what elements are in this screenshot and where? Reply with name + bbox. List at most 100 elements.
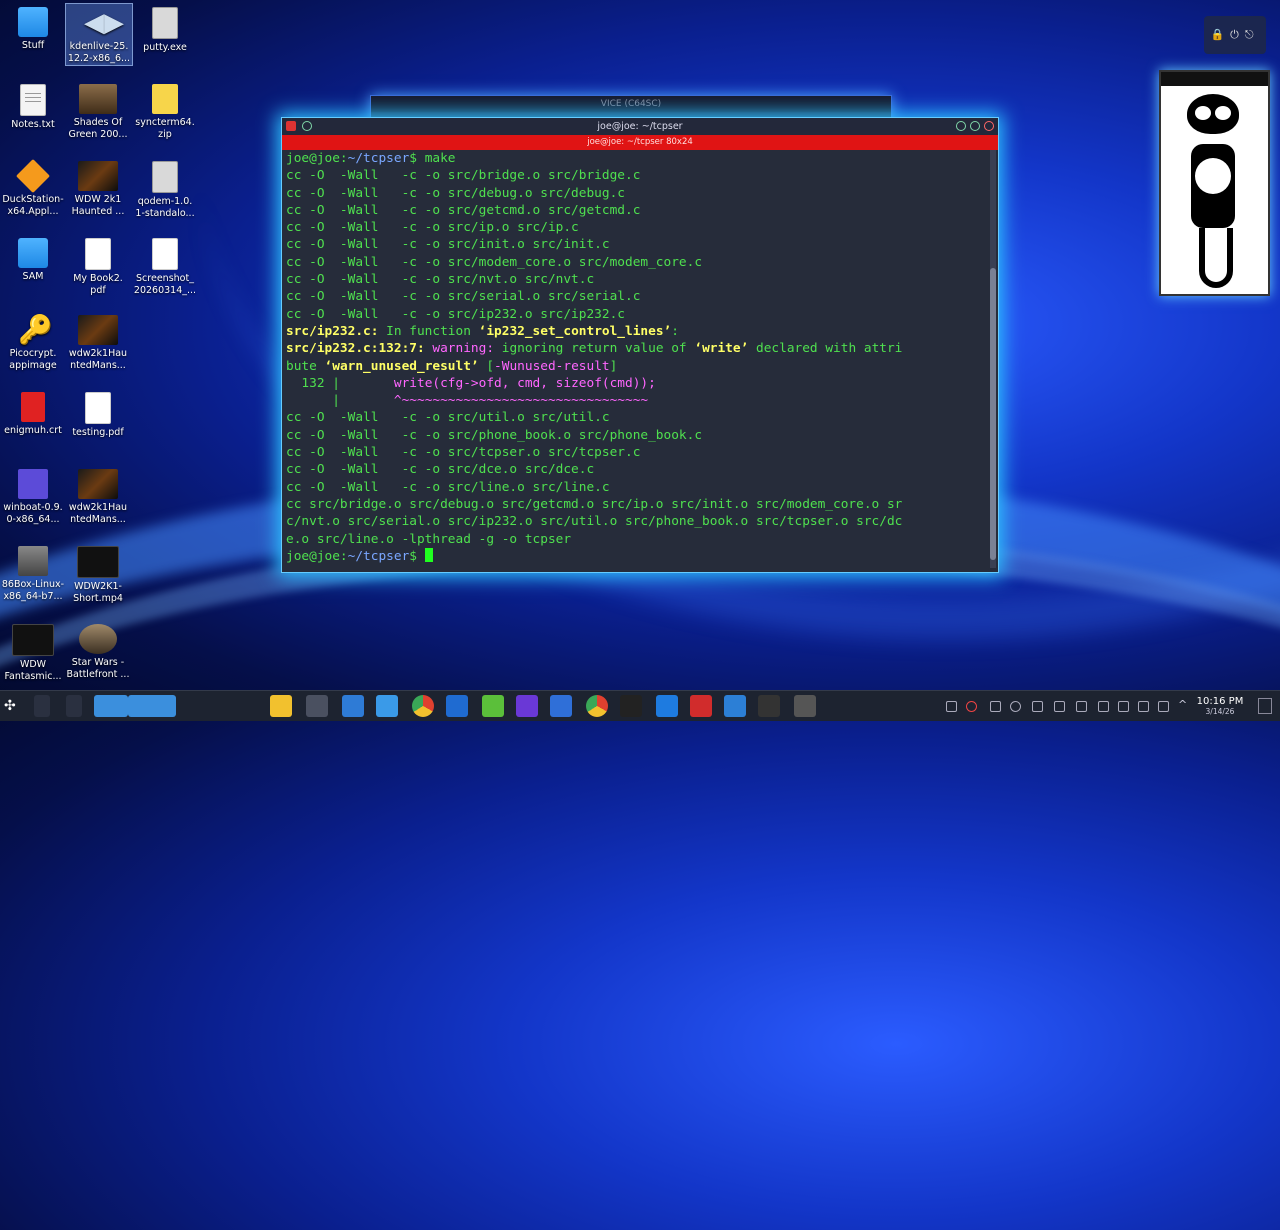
terminal-scrollbar[interactable]: [990, 150, 996, 568]
taskbar-app-desktop-switch-1[interactable]: [34, 695, 50, 717]
terminal-titlebar[interactable]: joe@joe: ~/tcpser: [282, 118, 998, 135]
desktop-icon-syncterm[interactable]: syncterm64. zip: [132, 80, 198, 141]
desktop-icon-my-book2[interactable]: My Book2. pdf: [65, 234, 131, 297]
tray-icon-10[interactable]: [1138, 701, 1149, 712]
logout-icon[interactable]: ⎋: [1245, 28, 1260, 41]
desktop-icon-enigmuh[interactable]: enigmuh.crt: [0, 388, 66, 437]
desktop-icon-wdw2k1-haunted-mans-2[interactable]: wdw2k1Hau ntedMans...: [65, 465, 131, 526]
terminal-window[interactable]: joe@joe: ~/tcpser joe@joe: ~/tcpser 80x2…: [281, 117, 999, 573]
terminal-text: cc -O -Wall -c -o src/line.o src/line.c: [286, 479, 610, 495]
desktop-icon-screenshot[interactable]: Screenshot_ 20260314_...: [132, 234, 198, 297]
desktop-icon-wdw-2k1-haunted[interactable]: WDW 2k1 Haunted ...: [65, 157, 131, 218]
terminal-text: cc -O -Wall -c -o src/tcpser.o src/tcpse…: [286, 445, 641, 461]
desktop-icon-label: testing.pdf: [72, 427, 124, 438]
terminal-line: cc -O -Wall -c -o src/nvt.o src/nvt.c: [286, 271, 986, 288]
taskbar-clock[interactable]: 10:16 PM 3/14/26: [1192, 696, 1248, 717]
taskbar-app-desktop-switch-2[interactable]: [66, 695, 82, 717]
cat-clock-widget[interactable]: [1159, 70, 1270, 296]
terminal-subtitle: joe@joe: ~/tcpser 80x24: [587, 137, 693, 147]
minimize-button[interactable]: [956, 121, 966, 131]
taskbar-app-tool-d[interactable]: [656, 695, 678, 717]
desktop-icon-label: qodem-1.0. 1-standalo...: [135, 196, 195, 219]
terminal-text: bute: [286, 358, 325, 374]
lock-icon[interactable]: 🔒: [1210, 28, 1230, 41]
taskbar-app-settings[interactable]: [306, 695, 328, 717]
window-menu-icon[interactable]: [286, 121, 296, 131]
clock-date: 3/14/26: [1205, 707, 1235, 716]
scrollbar-thumb[interactable]: [990, 268, 996, 560]
desktop-icon-qodem[interactable]: qodem-1.0. 1-standalo...: [132, 157, 198, 220]
taskbar-app-file-manager[interactable]: [342, 695, 364, 717]
terminal-text: cc -O -Wall -c -o src/modem_core.o src/m…: [286, 254, 703, 270]
pin-icon[interactable]: [302, 121, 312, 131]
desktop-icon-wdw-fantasmic[interactable]: WDW Fantasmic...: [0, 620, 66, 683]
tray-expand-icon[interactable]: ^: [1178, 698, 1187, 711]
volume-icon[interactable]: [1158, 701, 1169, 712]
taskbar-app-editor[interactable]: [482, 695, 504, 717]
desktop-icon-label: SAM: [22, 271, 44, 282]
clock-titlebar[interactable]: [1161, 72, 1268, 86]
taskbar-app-word-doc[interactable]: [446, 695, 468, 717]
desktop-icon-label: WDW2K1- Short.mp4: [73, 581, 123, 604]
maximize-button[interactable]: [970, 121, 980, 131]
terminal-text: ‘warn_unused_result’: [324, 358, 479, 374]
taskbar-app-chrome[interactable]: [412, 695, 434, 717]
tray-icon-4[interactable]: [1010, 701, 1021, 712]
desktop-icon-86box[interactable]: 86Box-Linux- x86_64-b7...: [0, 542, 66, 603]
desktop-icon-notes[interactable]: Notes.txt: [0, 80, 66, 131]
taskbar-app-bluetooth[interactable]: [724, 695, 746, 717]
tray-icon-3[interactable]: [990, 701, 1001, 712]
taskbar-app-network-tool[interactable]: [550, 695, 572, 717]
desktop-icon-label: Star Wars - Battlefront ...: [66, 657, 130, 680]
desktop-icon-label: Shades Of Green 200...: [68, 117, 128, 140]
tray-icon-7[interactable]: [1076, 701, 1087, 712]
taskbar-app-obs[interactable]: [794, 695, 816, 717]
desktop-icon-winboat[interactable]: winboat-0.9. 0-x86_64...: [0, 465, 66, 526]
desktop-icon-star-wars-battlefront[interactable]: Star Wars - Battlefront ...: [65, 620, 131, 681]
stuff-icon: [18, 7, 48, 37]
desktop-icon-wdw2k1-haunted-mans-1[interactable]: wdw2k1Hau ntedMans...: [65, 311, 131, 372]
tray-icon-1[interactable]: [946, 701, 957, 712]
tray-icon-5[interactable]: [1032, 701, 1043, 712]
taskbar-app-files[interactable]: [376, 695, 398, 717]
desktop-icon-sam[interactable]: SAM: [0, 234, 66, 283]
session-tray[interactable]: 🔒⏻⎋: [1204, 16, 1266, 54]
desktop-icon-kdenlive[interactable]: ◀▶ kdenlive-25. 12.2-x86_6...: [65, 3, 133, 66]
desktop-icon-shades-of-green[interactable]: Shades Of Green 200...: [65, 80, 131, 141]
terminal-line: cc -O -Wall -c -o src/tcpser.o src/tcpse…: [286, 444, 986, 461]
taskbar-app-obs-purple[interactable]: [516, 695, 538, 717]
vice-titlebar[interactable]: VICE (C64SC): [371, 96, 891, 112]
taskbar-app-active-window-2[interactable]: [128, 695, 176, 717]
terminal-text: cc -O -Wall -c -o src/init.o src/init.c: [286, 237, 610, 253]
tray-icon-6[interactable]: [1054, 701, 1065, 712]
terminal-text: :: [671, 323, 679, 339]
power-icon[interactable]: ⏻: [1230, 28, 1245, 41]
tray-icon-9[interactable]: [1118, 701, 1129, 712]
show-desktop-button[interactable]: [1258, 698, 1272, 714]
close-button[interactable]: [984, 121, 994, 131]
taskbar-app-active-window[interactable]: [94, 695, 128, 717]
terminal-text: ~/tcpser: [347, 151, 410, 166]
taskbar-app-cat-clock[interactable]: [620, 695, 642, 717]
terminal-text: cc -O -Wall -c -o src/util.o src/util.c: [286, 410, 610, 426]
tray-icon-2[interactable]: [966, 701, 977, 712]
desktop-icon-picocrypt[interactable]: 🔑 Picocrypt. appimage: [0, 311, 66, 372]
terminal-text: $ make: [409, 151, 456, 166]
terminal-line: | ^~~~~~~~~~~~~~~~~~~~~~~~~~~~~~~~~: [286, 392, 986, 409]
desktop-icon-label: Stuff: [21, 40, 45, 51]
desktop-icon-stuff[interactable]: Stuff: [0, 3, 66, 52]
desktop-icon-testing-pdf[interactable]: testing.pdf: [65, 388, 131, 439]
terminal-output[interactable]: joe@joe:~/tcpser$ make cc -O -Wall -c -o …: [286, 150, 986, 572]
taskbar-app-c64[interactable]: [758, 695, 780, 717]
taskbar-app-android-file[interactable]: [270, 695, 292, 717]
desktop-icon-putty[interactable]: putty.exe: [132, 3, 198, 54]
taskbar-app-chrome-2[interactable]: [586, 695, 608, 717]
desktop-icon-wdw2k1-short[interactable]: WDW2K1- Short.mp4: [65, 542, 131, 605]
terminal-line: 132 | write(cfg->ofd, cmd, sizeof(cmd));: [286, 375, 986, 392]
taskbar-app-app-red[interactable]: [690, 695, 712, 717]
taskbar-app-start-menu[interactable]: ✣: [4, 695, 18, 717]
terminal-text: write(cfg->ofd, cmd, sizeof(cmd));: [393, 375, 656, 391]
tray-icon-8[interactable]: [1098, 701, 1109, 712]
desktop-icon-duckstation[interactable]: DuckStation- x64.Appl...: [0, 157, 66, 218]
taskbar: ✣ ^ 10:16 PM 3/14/26: [0, 690, 1280, 721]
